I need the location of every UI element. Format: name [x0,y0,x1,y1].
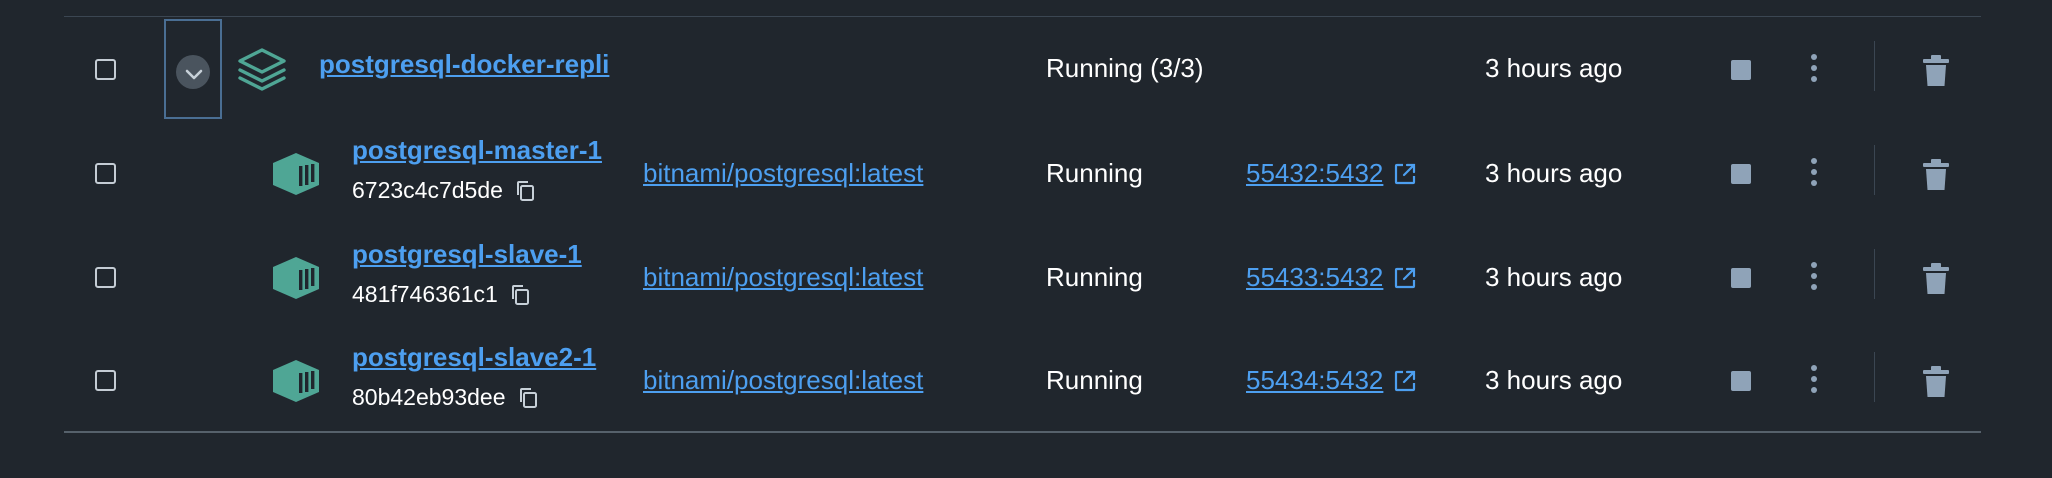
container-status: Running [1046,158,1143,188]
action-separator [1874,352,1875,402]
stop-icon[interactable] [1731,60,1751,80]
container-icon [273,153,319,195]
stop-icon[interactable] [1731,164,1751,184]
port-text: 55432:5432 [1246,158,1384,188]
trash-icon[interactable] [1922,55,1950,87]
image-link[interactable]: bitnami/postgresql:latest [643,158,923,189]
table-bottom-divider [64,431,1981,433]
chevron-down-icon [185,69,203,80]
external-link-icon [1393,369,1417,393]
more-vertical-icon[interactable] [1804,158,1824,190]
container-icon [273,257,319,299]
container-last-started: 3 hours ago [1485,365,1623,395]
container-id-text: 80b42eb93dee [352,384,506,410]
port-text: 55433:5432 [1246,262,1384,292]
container-name-link[interactable]: postgresql-slave2-1 [352,342,596,373]
external-link-icon [1393,266,1417,290]
container-name-link[interactable]: postgresql-master-1 [352,135,602,166]
container-row: postgresql-master-1 6723c4c7d5de bitnami… [0,121,2052,225]
container-icon [273,360,319,402]
container-id: 6723c4c7d5de [352,177,535,204]
port-text: 55434:5432 [1246,365,1384,395]
group-status: Running (3/3) [1046,53,1204,83]
more-vertical-icon[interactable] [1804,365,1824,397]
container-id-text: 6723c4c7d5de [352,177,503,203]
more-vertical-icon[interactable] [1804,262,1824,294]
compose-group-row: postgresql-docker-repli Running (3/3) 3 … [0,17,2052,121]
container-id: 80b42eb93dee [352,384,538,411]
stop-icon[interactable] [1731,371,1751,391]
group-name-link[interactable]: postgresql-docker-repli [319,49,627,80]
trash-icon[interactable] [1922,159,1950,191]
more-vertical-icon[interactable] [1804,54,1824,86]
container-status: Running [1046,365,1143,395]
container-row: postgresql-slave2-1 80b42eb93dee bitnami… [0,328,2052,432]
container-last-started: 3 hours ago [1485,262,1623,292]
container-select-checkbox[interactable] [95,163,116,184]
container-id-text: 481f746361c1 [352,281,498,307]
port-link[interactable]: 55434:5432 [1246,365,1417,396]
stack-layers-icon [238,48,286,91]
image-link[interactable]: bitnami/postgresql:latest [643,365,923,396]
copy-icon[interactable] [515,180,535,202]
container-row: postgresql-slave-1 481f746361c1 bitnami/… [0,225,2052,329]
container-select-checkbox[interactable] [95,267,116,288]
copy-icon[interactable] [510,284,530,306]
external-link-icon [1393,162,1417,186]
container-select-checkbox[interactable] [95,370,116,391]
port-link[interactable]: 55432:5432 [1246,158,1417,189]
container-last-started: 3 hours ago [1485,158,1623,188]
image-link[interactable]: bitnami/postgresql:latest [643,262,923,293]
container-id: 481f746361c1 [352,281,530,308]
expand-toggle-button[interactable] [164,19,222,119]
port-link[interactable]: 55433:5432 [1246,262,1417,293]
group-last-started: 3 hours ago [1485,53,1623,83]
trash-icon[interactable] [1922,366,1950,398]
container-name-link[interactable]: postgresql-slave-1 [352,239,582,270]
group-select-checkbox[interactable] [95,59,116,80]
copy-icon[interactable] [518,387,538,409]
container-status: Running [1046,262,1143,292]
action-separator [1874,145,1875,195]
stop-icon[interactable] [1731,268,1751,288]
trash-icon[interactable] [1922,263,1950,295]
action-separator [1874,41,1875,91]
action-separator [1874,249,1875,299]
